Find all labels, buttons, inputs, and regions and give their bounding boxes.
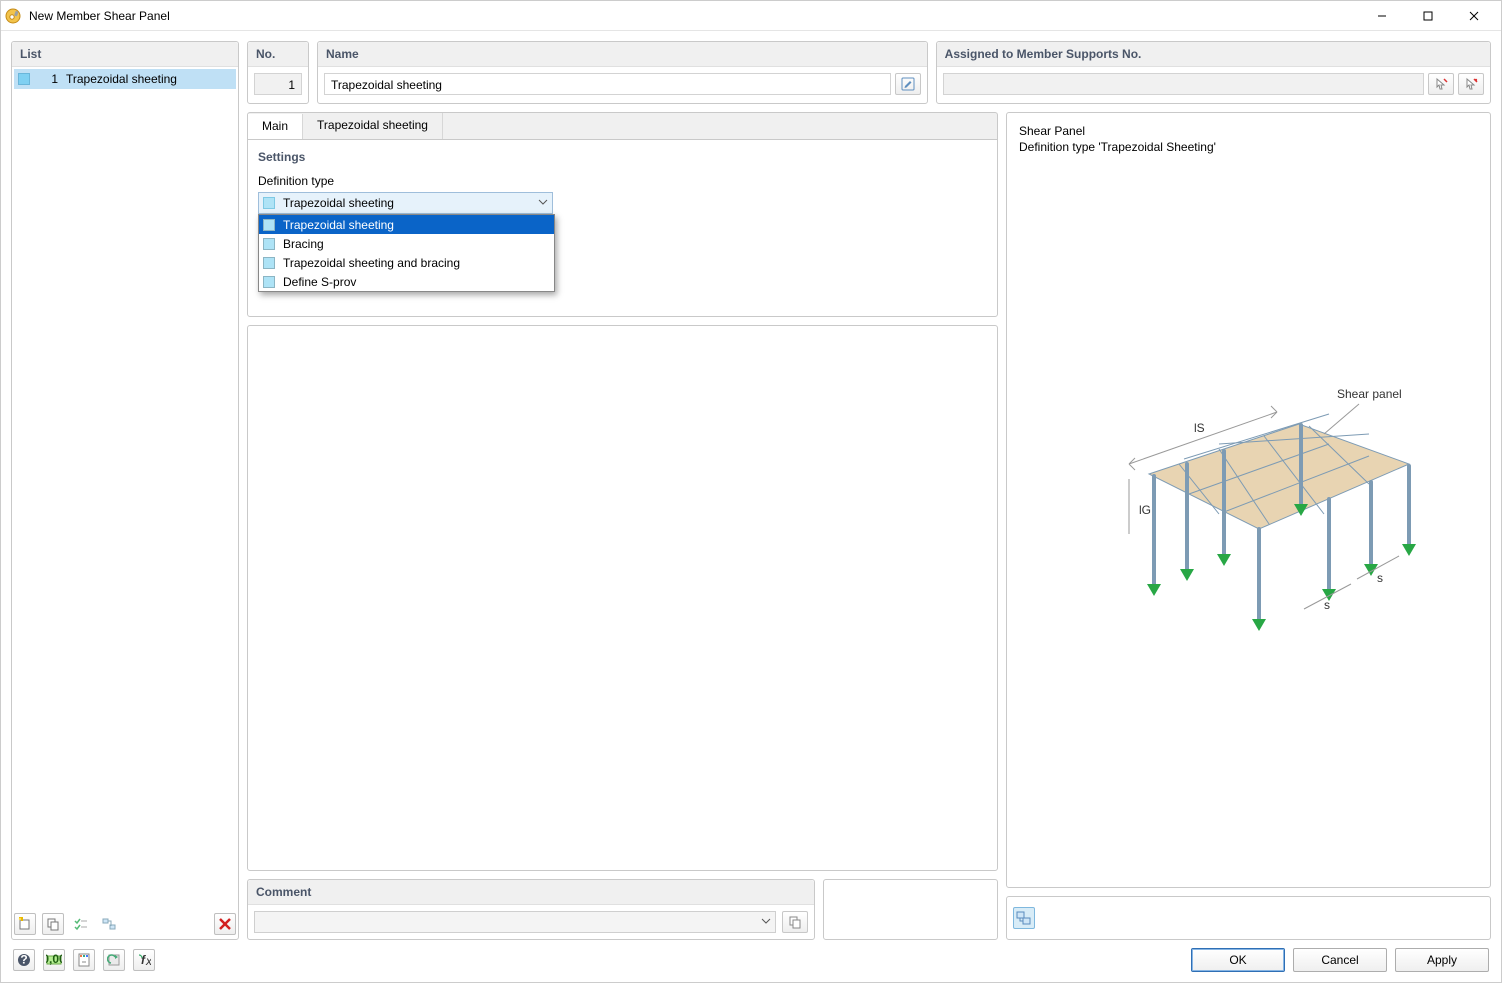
diagram-dim-lg: lG (1139, 503, 1151, 517)
comment-header: Comment (248, 880, 814, 905)
window-controls (1359, 1, 1497, 31)
filter-button[interactable] (98, 913, 120, 935)
dropdown-option-bracing[interactable]: Bracing (259, 234, 554, 253)
assign-input[interactable] (943, 73, 1424, 95)
ok-button[interactable]: OK (1191, 948, 1285, 972)
pick-members-button-2[interactable] (1458, 73, 1484, 95)
app-icon (5, 8, 21, 24)
maximize-button[interactable] (1405, 1, 1451, 31)
name-header: Name (318, 42, 927, 67)
diagram-label: Shear panel (1337, 387, 1402, 401)
footer: ? 0,00 fx OK Cancel Apply (11, 948, 1491, 972)
settings-card: Settings Definition type Trapezoidal she… (247, 139, 998, 317)
window-title: New Member Shear Panel (29, 9, 1359, 23)
close-button[interactable] (1451, 1, 1497, 31)
footer-right-buttons: OK Cancel Apply (1191, 948, 1489, 972)
reset-button[interactable] (103, 949, 125, 971)
swatch-icon (263, 257, 275, 269)
list-header: List (12, 42, 238, 67)
list-item-label: Trapezoidal sheeting (66, 72, 177, 86)
delete-item-button[interactable] (214, 913, 236, 935)
view-mode-button[interactable] (1013, 907, 1035, 929)
dialog-window: New Member Shear Panel List 1 Trapezoida… (0, 0, 1502, 983)
option-label: Trapezoidal sheeting and bracing (283, 256, 460, 270)
work-left: Main Trapezoidal sheeting Settings Defin… (247, 112, 998, 940)
list-body[interactable]: 1 Trapezoidal sheeting (12, 67, 238, 909)
minimize-button[interactable] (1359, 1, 1405, 31)
pick-members-button-1[interactable] (1428, 73, 1454, 95)
definition-type-value: Trapezoidal sheeting (283, 196, 532, 210)
assign-card: Assigned to Member Supports No. (936, 41, 1491, 104)
no-header: No. (248, 42, 308, 67)
diagram-dim-s1: s (1324, 598, 1330, 612)
chevron-down-icon (761, 915, 771, 929)
swatch-icon (263, 276, 275, 288)
right-toolbar (1006, 896, 1491, 940)
swatch-icon (263, 197, 275, 209)
comment-combo[interactable] (254, 911, 776, 933)
cancel-button[interactable]: Cancel (1293, 948, 1387, 972)
dropdown-option-trapezoidal-sheeting-and-bracing[interactable]: Trapezoidal sheeting and bracing (259, 253, 554, 272)
diagram-dim-s2: s (1377, 571, 1383, 585)
svg-text:x: x (145, 954, 151, 967)
no-value[interactable]: 1 (254, 73, 302, 95)
center-toolbar (823, 879, 998, 940)
formula-button[interactable]: fx (133, 949, 155, 971)
info-line2: Definition type 'Trapezoidal Sheeting' (1019, 139, 1478, 155)
definition-type-combo[interactable]: Trapezoidal sheeting Trapezoidal sheetin… (258, 192, 553, 214)
info-line1: Shear Panel (1019, 123, 1478, 139)
swatch-icon (263, 238, 275, 250)
swatch-icon (263, 219, 275, 231)
tabbed-area: Main Trapezoidal sheeting Settings Defin… (247, 112, 998, 317)
info-text: Shear Panel Definition type 'Trapezoidal… (1019, 123, 1478, 155)
settings-title: Settings (258, 150, 987, 164)
swatch-icon (18, 73, 30, 85)
colors-button[interactable] (73, 949, 95, 971)
tabs: Main Trapezoidal sheeting (247, 112, 998, 139)
definition-type-dropdown: Trapezoidal sheeting Bracing (258, 214, 555, 292)
dropdown-option-define-s-prov[interactable]: Define S-prov (259, 272, 554, 291)
no-card: No. 1 (247, 41, 309, 104)
name-input[interactable]: Trapezoidal sheeting (324, 73, 891, 95)
units-button[interactable]: 0,00 (43, 949, 65, 971)
header-row: No. 1 Name Trapezoidal sheeting Assig (247, 41, 1491, 104)
titlebar: New Member Shear Panel (1, 1, 1501, 31)
svg-text:?: ? (20, 953, 27, 967)
right-stack: No. 1 Name Trapezoidal sheeting Assig (247, 41, 1491, 940)
content-area: List 1 Trapezoidal sheeting (1, 31, 1501, 982)
list-panel: List 1 Trapezoidal sheeting (11, 41, 239, 940)
diagram: lS lG s s Shear panel (1019, 155, 1478, 877)
work-right: Shear Panel Definition type 'Trapezoidal… (1006, 112, 1491, 940)
assign-header: Assigned to Member Supports No. (937, 42, 1490, 67)
comment-card: Comment (247, 879, 815, 940)
help-button[interactable]: ? (13, 949, 35, 971)
option-label: Define S-prov (283, 275, 356, 289)
comment-row: Comment (247, 879, 998, 940)
diagram-dim-ls: lS (1194, 421, 1205, 435)
option-label: Bracing (283, 237, 324, 251)
option-label: Trapezoidal sheeting (283, 218, 394, 232)
check-all-button[interactable] (70, 913, 92, 935)
svg-text:0,00: 0,00 (46, 953, 62, 966)
tab-main[interactable]: Main (248, 114, 303, 140)
list-toolbar (12, 909, 238, 939)
tab-trapezoidal-sheeting[interactable]: Trapezoidal sheeting (303, 113, 443, 139)
comment-copy-button[interactable] (782, 911, 808, 933)
copy-item-button[interactable] (42, 913, 64, 935)
chevron-down-icon (538, 196, 548, 210)
work-row: Main Trapezoidal sheeting Settings Defin… (247, 112, 1491, 940)
apply-button[interactable]: Apply (1395, 948, 1489, 972)
footer-left-toolbar: ? 0,00 fx (13, 949, 155, 971)
list-item-number: 1 (38, 72, 58, 86)
definition-type-label: Definition type (258, 174, 987, 188)
list-item[interactable]: 1 Trapezoidal sheeting (14, 69, 236, 89)
info-card: Shear Panel Definition type 'Trapezoidal… (1006, 112, 1491, 888)
main-columns: List 1 Trapezoidal sheeting (11, 41, 1491, 940)
blank-card (247, 325, 998, 871)
name-card: Name Trapezoidal sheeting (317, 41, 928, 104)
new-item-button[interactable] (14, 913, 36, 935)
edit-name-button[interactable] (895, 73, 921, 95)
dropdown-option-trapezoidal-sheeting[interactable]: Trapezoidal sheeting (259, 215, 554, 234)
